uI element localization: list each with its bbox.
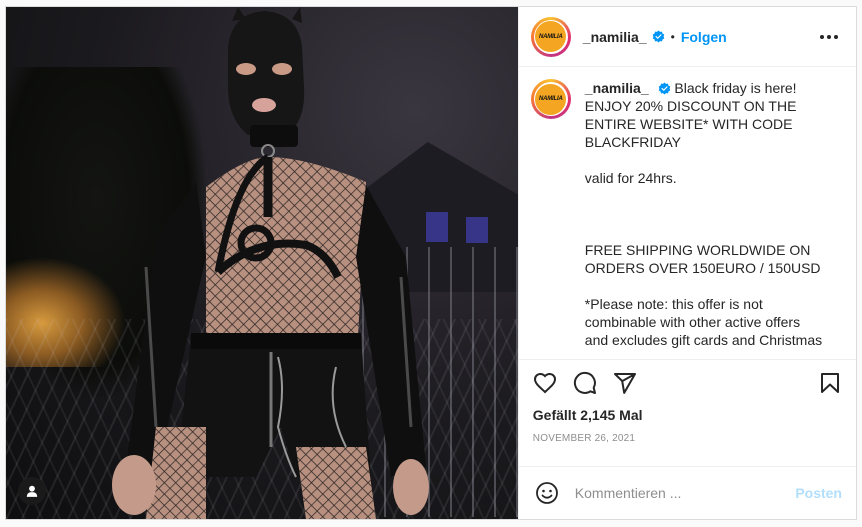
caption-line: FREE SHIPPING WORLDWIDE ON: [584, 242, 811, 258]
caption-username[interactable]: _namilia_: [585, 80, 649, 96]
verified-badge-icon: [652, 30, 664, 43]
header-username[interactable]: _namilia_: [583, 29, 647, 45]
comment-icon[interactable]: [573, 371, 597, 395]
photo-figure: [112, 7, 429, 519]
more-options-icon[interactable]: [816, 31, 842, 43]
post-dialog: NAMILIA _namilia_ • Folgen NAMILIA _nami…: [5, 6, 857, 520]
post-sidebar: NAMILIA _namilia_ • Folgen NAMILIA _nami…: [517, 7, 856, 519]
comment-input[interactable]: [574, 485, 796, 501]
separator-dot: •: [670, 29, 675, 44]
likes-count[interactable]: Gefällt 2,145 Mal: [533, 406, 842, 428]
heart-icon[interactable]: [533, 371, 557, 395]
caption-line: Black friday is here!: [674, 80, 797, 96]
caption-line: and excludes gift cards and Christmas: [584, 332, 823, 348]
caption-line: combinable with other active offers: [584, 314, 801, 330]
avatar-ring: NAMILIA: [533, 19, 568, 54]
verified-badge-icon: [658, 82, 670, 95]
caption-area: NAMILIA _namilia_ Black friday is here! …: [519, 67, 856, 359]
tagged-users-button[interactable]: [18, 477, 46, 505]
action-icons: [533, 360, 842, 406]
bookmark-icon[interactable]: [818, 371, 842, 395]
caption-avatar[interactable]: NAMILIA: [530, 79, 571, 119]
post-header: NAMILIA _namilia_ • Folgen: [518, 7, 856, 67]
avatar[interactable]: NAMILIA: [530, 16, 571, 57]
avatar-logo: NAMILIA: [535, 83, 567, 115]
caption-line: valid for 24hrs.: [584, 170, 677, 186]
follow-button[interactable]: Folgen: [681, 29, 727, 45]
caption-line: ENJOY 20% DISCOUNT ON THE: [584, 98, 797, 114]
post-photo[interactable]: [6, 7, 518, 519]
emoji-icon[interactable]: [535, 481, 559, 505]
caption-line: BLACKFRIDAY: [584, 134, 682, 150]
actions-area: Gefällt 2,145 Mal NOVEMBER 26, 2021: [518, 359, 856, 458]
caption-text: _namilia_ Black friday is here! ENJOY 20…: [585, 79, 822, 359]
comment-bar: Posten: [518, 466, 856, 519]
caption-line: *Please note: this offer is not: [584, 296, 763, 312]
user-tag-icon: [26, 485, 38, 497]
post-date: NOVEMBER 26, 2021: [532, 433, 636, 444]
caption-line: ORDERS OVER 150EURO / 150USD: [584, 260, 821, 276]
avatar-logo: NAMILIA: [535, 21, 567, 52]
share-icon[interactable]: [613, 371, 637, 395]
post-comment-button[interactable]: Posten: [795, 485, 842, 501]
avatar-ring: NAMILIA: [533, 82, 568, 116]
caption-line: ENTIRE WEBSITE* WITH CODE: [584, 116, 793, 132]
